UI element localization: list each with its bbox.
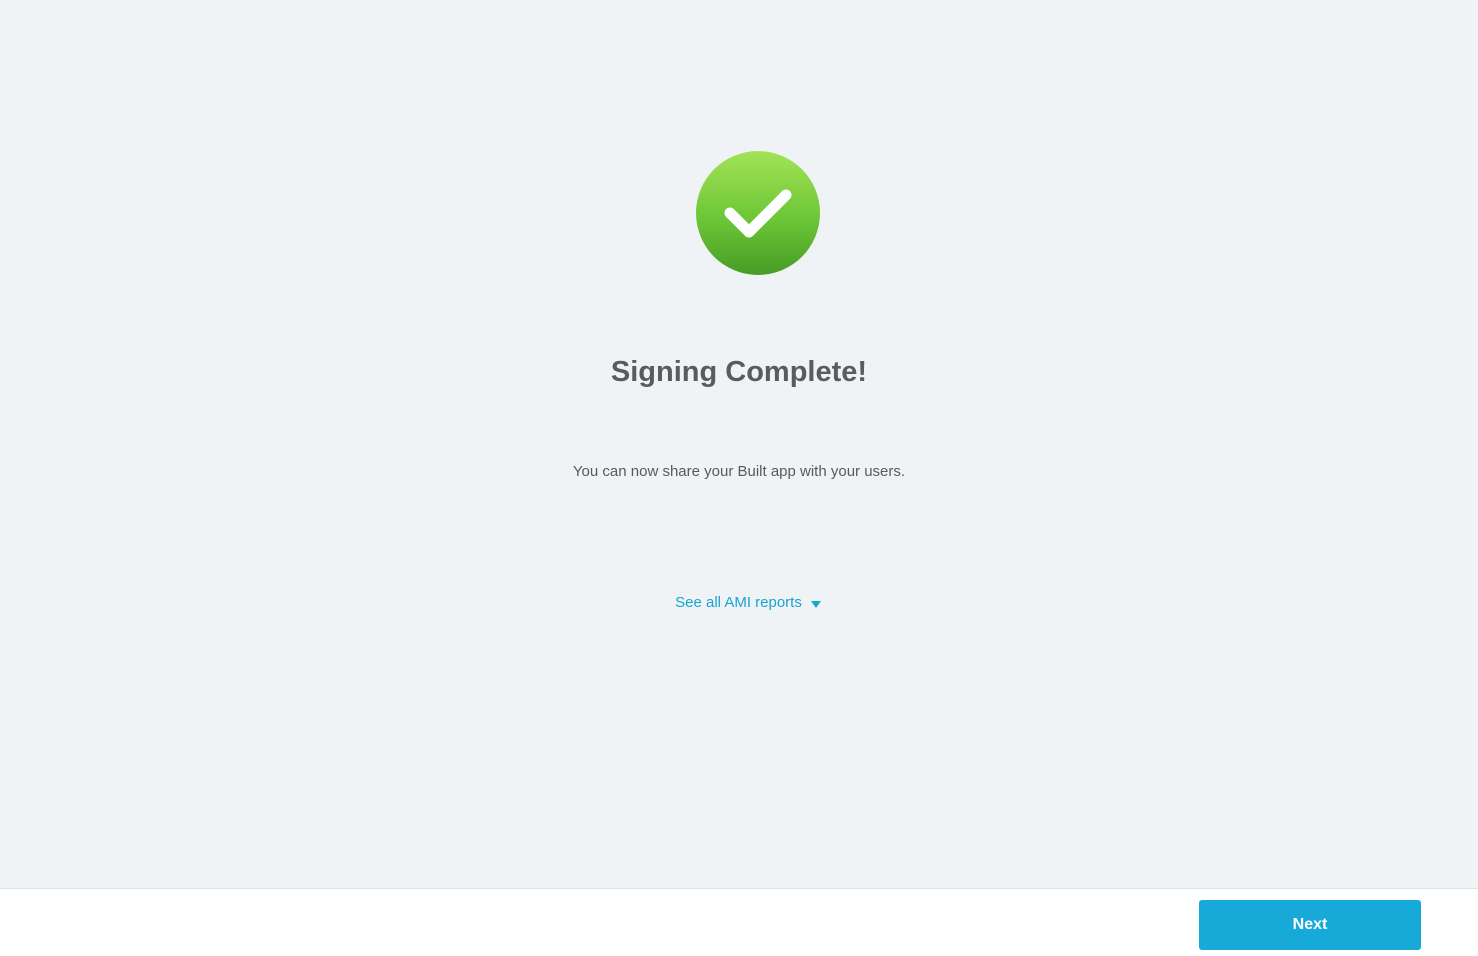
next-button[interactable]: Next [1199, 900, 1421, 950]
main-content: Signing Complete! You can now share your… [0, 0, 1478, 888]
footer-bar: Next [0, 888, 1478, 956]
signing-complete-page: Signing Complete! You can now share your… [0, 0, 1478, 956]
checkmark-circle-icon [696, 151, 820, 275]
status-message: You can now share your Built app with yo… [572, 463, 906, 480]
see-all-reports-toggle[interactable]: See all AMI reports [0, 592, 1478, 614]
page-title: Signing Complete! [610, 356, 868, 388]
see-all-reports-label: See all AMI reports [675, 594, 802, 611]
caret-down-icon [810, 600, 821, 608]
